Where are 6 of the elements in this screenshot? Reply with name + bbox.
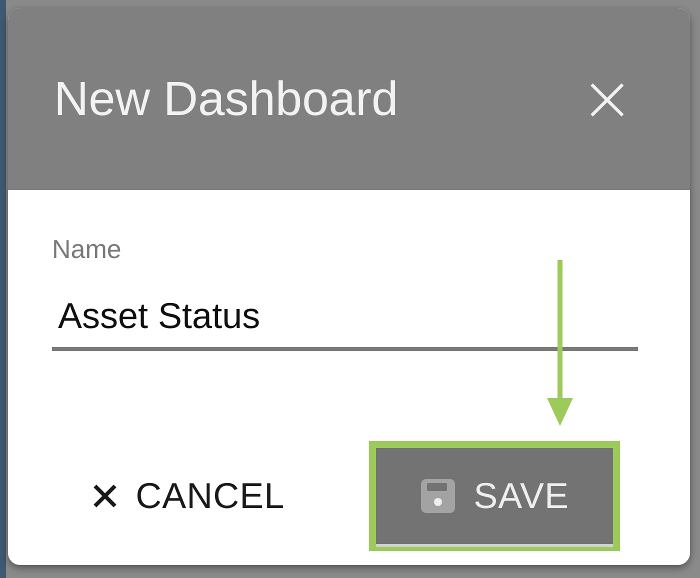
- dialog-title: New Dashboard: [54, 72, 398, 126]
- close-icon: [92, 483, 118, 509]
- close-button[interactable]: ×: [580, 67, 634, 131]
- save-button[interactable]: SAVE: [376, 448, 613, 544]
- cancel-button[interactable]: CANCEL: [48, 448, 329, 544]
- field-label: Name: [52, 234, 122, 265]
